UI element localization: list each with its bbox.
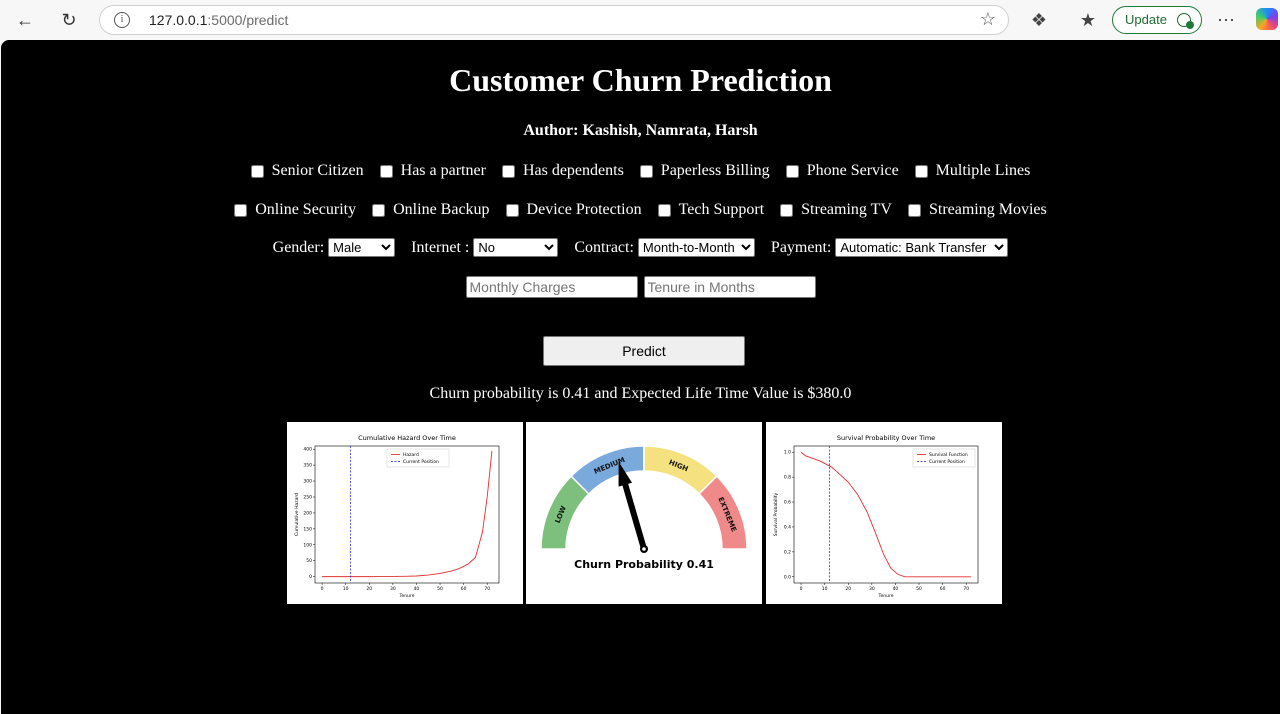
checkbox-online-security[interactable]: Online Security xyxy=(234,201,356,219)
back-icon[interactable]: ← xyxy=(11,6,39,34)
y-tick-label: 350 xyxy=(303,463,312,469)
tenure-input[interactable] xyxy=(643,276,816,298)
gauge-caption: Churn Probability 0.41 xyxy=(574,558,714,571)
author-line: Author: Kashish, Namrata, Harsh xyxy=(523,122,758,139)
series-line-survival-function xyxy=(800,451,971,578)
x-tick-label: 20 xyxy=(845,586,851,592)
x-tick-label: 70 xyxy=(963,586,969,592)
y-tick-label: 200 xyxy=(303,510,312,516)
y-tick-label: 0 xyxy=(309,574,312,580)
monthly-charges-input[interactable] xyxy=(465,276,638,298)
gauge-svg: LOWMEDIUM HIGHEXTREMEChurn Probability 0.… xyxy=(540,445,748,571)
y-tick-label: 0.4 xyxy=(784,524,791,530)
checkbox-has-dependents[interactable]: Has dependents xyxy=(501,162,624,180)
y-tick-label: 0.6 xyxy=(784,500,791,506)
y-axis-label: Cumulative Hazard xyxy=(294,493,300,536)
x-tick-label: 30 xyxy=(390,586,396,592)
prediction-result: Churn probability is 0.41 and Expected L… xyxy=(429,385,852,402)
y-tick-label: 0.8 xyxy=(784,475,791,481)
update-heart-icon xyxy=(1177,13,1194,29)
y-tick-label: 400 xyxy=(303,447,312,453)
y-tick-label: 0.2 xyxy=(784,549,791,555)
site-info-icon[interactable]: i xyxy=(114,12,130,28)
page-content: Customer Churn Prediction Author: Kashis… xyxy=(1,40,1280,714)
payment-select[interactable]: Automatic: Bank Transfer xyxy=(835,238,1009,257)
checkbox-tech-support[interactable]: Tech Support xyxy=(657,201,764,219)
legend-label-series: Survival Function xyxy=(929,452,968,458)
y-tick-label: 50 xyxy=(306,558,312,564)
x-tick-label: 10 xyxy=(343,586,349,592)
checkbox-streaming-movies[interactable]: Streaming Movies xyxy=(907,201,1047,219)
checkbox-has-partner[interactable]: Has a partner xyxy=(379,162,486,180)
y-tick-label: 300 xyxy=(303,479,312,485)
survival-chart-svg: Survival Probability Over Time 0 10 20 30 40 5… xyxy=(773,434,979,599)
x-tick-label: 40 xyxy=(414,586,420,592)
reload-icon[interactable]: ↻ xyxy=(55,6,83,34)
checkbox-device-protection[interactable]: Device Protection xyxy=(505,201,642,219)
contract-select[interactable]: Month-to-Month xyxy=(637,238,755,257)
favorites-icon[interactable]: ★ xyxy=(1076,8,1100,32)
series-line-hazard xyxy=(322,450,493,578)
y-tick-label: 100 xyxy=(303,542,312,548)
checkbox-phone-service[interactable]: Phone Service xyxy=(785,162,899,180)
x-tick-label: 20 xyxy=(366,586,372,592)
input-row xyxy=(1,276,1280,298)
gender-label: Gender: xyxy=(272,238,325,256)
checkbox-streaming-tv[interactable]: Streaming TV xyxy=(780,201,892,219)
checkbox-row-1: Senior Citizen Has a partner Has depende… xyxy=(1,162,1280,180)
hazard-chart-svg: Cumulative Hazard Over Time 0 10 20 30 40 50 60… xyxy=(294,434,500,599)
survival-chart: Survival Probability Over Time 0 10 20 30 40 5… xyxy=(766,422,1002,604)
x-tick-label: 50 xyxy=(916,586,922,592)
x-tick-label: 60 xyxy=(461,586,467,592)
copilot-icon[interactable] xyxy=(1256,8,1278,30)
gauge-needle xyxy=(618,461,647,550)
checkbox-paperless-billing[interactable]: Paperless Billing xyxy=(639,162,770,180)
x-tick-label: 30 xyxy=(869,586,875,592)
x-tick-label: 60 xyxy=(940,586,946,592)
legend-label-series: Hazard xyxy=(403,452,419,458)
y-axis-label: Survival Probability xyxy=(773,492,779,536)
extensions-icon[interactable]: ❖ xyxy=(1027,8,1051,32)
contract-label: Contract: xyxy=(574,238,634,256)
checkbox-online-backup[interactable]: Online Backup xyxy=(372,201,490,219)
x-tick-label: 40 xyxy=(893,586,899,592)
chart-title: Cumulative Hazard Over Time xyxy=(358,434,456,442)
update-button[interactable]: Update xyxy=(1112,6,1202,34)
url-text: 127.0.0.1:5000/predict xyxy=(149,12,289,28)
x-tick-label: 0 xyxy=(800,586,803,592)
gender-select[interactable]: Male xyxy=(328,238,396,257)
churn-gauge: LOW MEDIUM HIGH EXTREME Churn Probability 0.… xyxy=(526,422,762,604)
internet-select[interactable]: No xyxy=(473,238,559,257)
y-tick-label: 150 xyxy=(303,526,312,532)
checkbox-senior-citizen[interactable]: Senior Citizen xyxy=(250,162,364,180)
x-tick-label: 70 xyxy=(484,586,490,592)
browser-toolbar: ← ↻ i 127.0.0.1:5000/predict ☆ ❖ ★ Updat… xyxy=(0,0,1280,40)
y-tick-label: 1.0 xyxy=(784,450,791,456)
legend-label-position: Current Position xyxy=(929,459,965,465)
y-tick-label: 250 xyxy=(303,494,312,500)
y-tick-label: 0.0 xyxy=(784,574,791,580)
checkbox-multiple-lines[interactable]: Multiple Lines xyxy=(914,162,1030,180)
hazard-chart: Cumulative Hazard Over Time 0 10 20 30 40 50 60… xyxy=(287,422,523,604)
more-options-icon[interactable]: ⋯ xyxy=(1214,8,1238,32)
internet-label: Internet : xyxy=(411,238,470,256)
predict-button[interactable]: Predict xyxy=(543,336,745,366)
chart-title: Survival Probability Over Time xyxy=(837,434,935,442)
x-axis-label: Tenure xyxy=(399,593,415,599)
legend-label-position: Current Position xyxy=(403,459,439,465)
page-title: Customer Churn Prediction xyxy=(449,62,832,98)
address-bar[interactable]: i 127.0.0.1:5000/predict ☆ xyxy=(99,5,1009,35)
checkbox-row-2: Online Security Online Backup Device Pro… xyxy=(1,201,1280,219)
x-tick-label: 50 xyxy=(437,586,443,592)
favorite-star-icon[interactable]: ☆ xyxy=(980,9,996,30)
x-axis-label: Tenure xyxy=(878,593,894,599)
select-row: Gender: Male Internet : No Contract: Mon… xyxy=(1,238,1280,257)
x-tick-label: 10 xyxy=(822,586,828,592)
gauge-pivot-center xyxy=(642,547,646,551)
payment-label: Payment: xyxy=(770,238,832,256)
x-tick-label: 0 xyxy=(321,586,324,592)
